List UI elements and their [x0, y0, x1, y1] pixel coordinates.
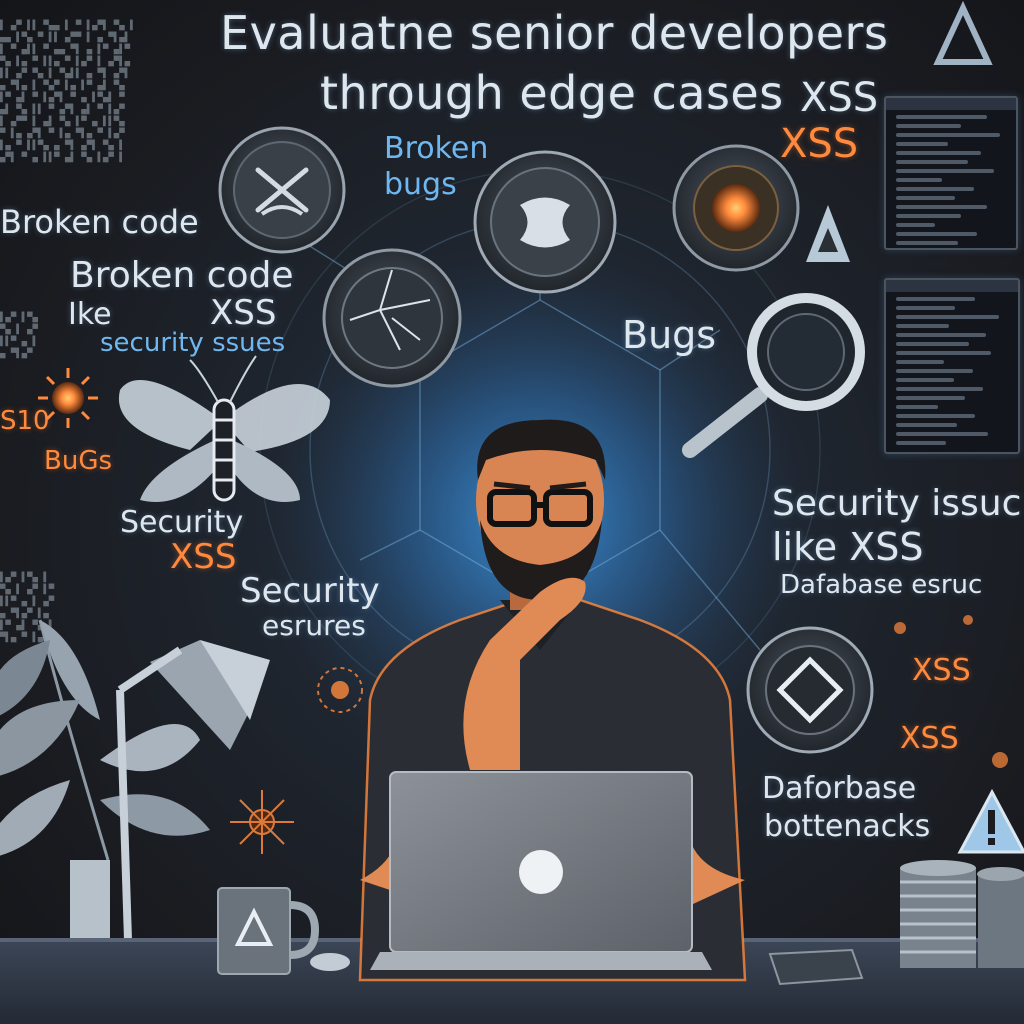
broken-face-icon: [218, 126, 346, 254]
security-label-center: Security: [240, 571, 380, 611]
xss-label-top-right: XSS: [780, 121, 859, 167]
coin-stack-icon: [900, 860, 1024, 968]
phone-icon: [768, 948, 864, 986]
broken-bugs-label-line1: Broken: [384, 131, 489, 166]
security-label-left: Security: [120, 505, 244, 540]
bugs-label-center: Bugs: [622, 313, 717, 357]
page-title-line2: through edge cases: [320, 66, 784, 120]
xss-label-left-top: XSS: [210, 293, 277, 333]
triangle-icon-mid: [806, 205, 850, 262]
database-label-right: Dafabase esruc: [780, 570, 983, 600]
broken-code-label-large: Broken code: [70, 255, 294, 296]
diamond-circle-icon: [746, 626, 874, 754]
virus-icon-left: [230, 790, 294, 854]
illustration-scene: ▌ ▄▀ ▌▌ ▀▄▄ ▌ ▀ ▌▄▀▌ ▀▄ ▌ ▄▄ ▌▀▄ ▀ ▌▌ ▄▀…: [0, 0, 1024, 1024]
security-issues-label-left: security ssues: [100, 328, 286, 358]
xss-label-right-2: XSS: [900, 721, 959, 756]
bug-circle-icon: [473, 150, 617, 294]
stray-digits-label: S10: [0, 406, 50, 436]
security-issue-label-right: Security issuc: [772, 483, 1022, 524]
title-xss-label: XSS: [800, 75, 879, 121]
xss-label-left: XSS: [170, 537, 237, 577]
mouse-icon: [310, 953, 350, 971]
triangle-icon-top: [933, 0, 993, 65]
broken-bugs-label-line2: bugs: [384, 167, 457, 202]
daforbase-label: Daforbase: [762, 771, 917, 806]
like-xss-label-right: like XSS: [772, 525, 924, 569]
bugs-label-left: BuGs: [44, 446, 113, 476]
bottenacks-label: bottenacks: [764, 809, 931, 844]
esrures-label: esrures: [262, 609, 366, 642]
warning-sign-icon: [957, 788, 1024, 854]
like-prefix-label: Ike: [68, 297, 112, 332]
broken-glass-icon: [322, 248, 462, 388]
broken-code-label-small: Broken code: [0, 203, 199, 241]
xss-label-right-1: XSS: [912, 653, 971, 688]
page-title-line1: Evaluatne senior developers: [220, 6, 889, 60]
